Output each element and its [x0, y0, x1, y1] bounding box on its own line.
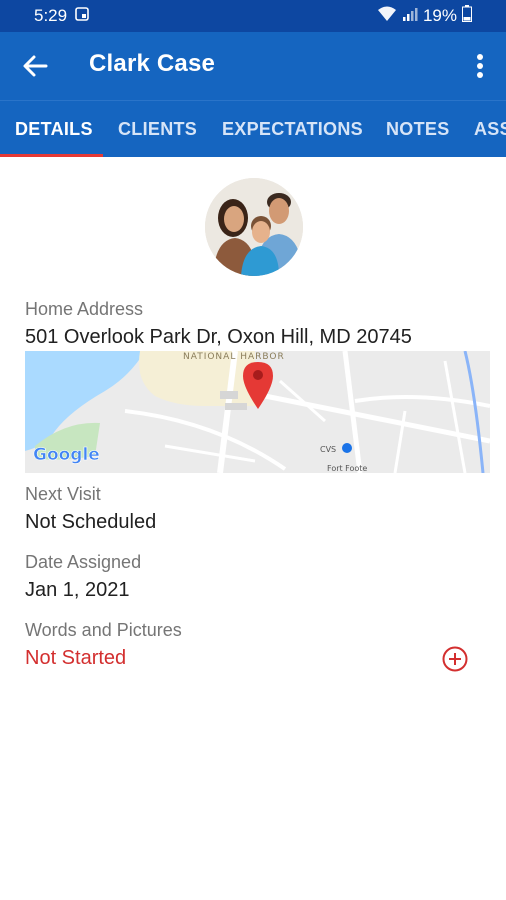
overflow-menu-button[interactable]: [466, 50, 494, 82]
battery-icon: [462, 5, 472, 27]
tab-bar: DETAILS CLIENTS EXPECTATIONS NOTES ASS: [0, 100, 506, 157]
page-title: Clark Case: [89, 50, 216, 77]
family-photo-avatar: [205, 178, 303, 276]
words-pictures-label: Words and Pictures: [25, 620, 182, 640]
map-pharmacy-label: CVS: [320, 445, 336, 454]
next-visit-label: Next Visit: [25, 484, 101, 504]
status-time: 5:29: [34, 6, 68, 25]
more-vert-icon: [477, 54, 483, 78]
map-place-label: NATIONAL HARBOR: [183, 352, 285, 362]
active-tab-indicator: [0, 154, 103, 157]
google-logo: Google: [33, 445, 100, 465]
add-circle-icon: [442, 646, 468, 672]
map-poi-icon: [342, 443, 352, 453]
wifi-icon: [377, 6, 397, 27]
tab-clients[interactable]: CLIENTS: [118, 101, 197, 157]
back-button[interactable]: [20, 51, 50, 81]
tab-expectations[interactable]: EXPECTATIONS: [222, 101, 363, 157]
arrow-left-icon: [23, 55, 48, 77]
home-address-label: Home Address: [25, 299, 144, 319]
tab-details[interactable]: DETAILS: [15, 101, 93, 157]
add-words-pictures-button[interactable]: [441, 645, 469, 673]
next-visit-value: Not Scheduled: [25, 511, 157, 533]
address-map[interactable]: NATIONAL HARBOR CVS Fort Foote Google: [25, 351, 490, 473]
tab-assessments[interactable]: ASS: [474, 101, 506, 157]
status-bar: 5:29 19%: [0, 0, 506, 32]
signal-icon: [402, 6, 418, 27]
notification-icon: [75, 6, 89, 26]
battery-percent: 19%: [422, 6, 457, 25]
map-park-label: Fort Foote: [327, 464, 367, 473]
home-address-value: 501 Overlook Park Dr, Oxon Hill, MD 2074…: [25, 326, 412, 348]
tab-notes[interactable]: NOTES: [386, 101, 450, 157]
date-assigned-label: Date Assigned: [25, 552, 142, 572]
app-bar: Clark Case: [0, 32, 506, 100]
date-assigned-value: Jan 1, 2021: [25, 579, 130, 601]
words-pictures-status: Not Started: [25, 647, 127, 669]
